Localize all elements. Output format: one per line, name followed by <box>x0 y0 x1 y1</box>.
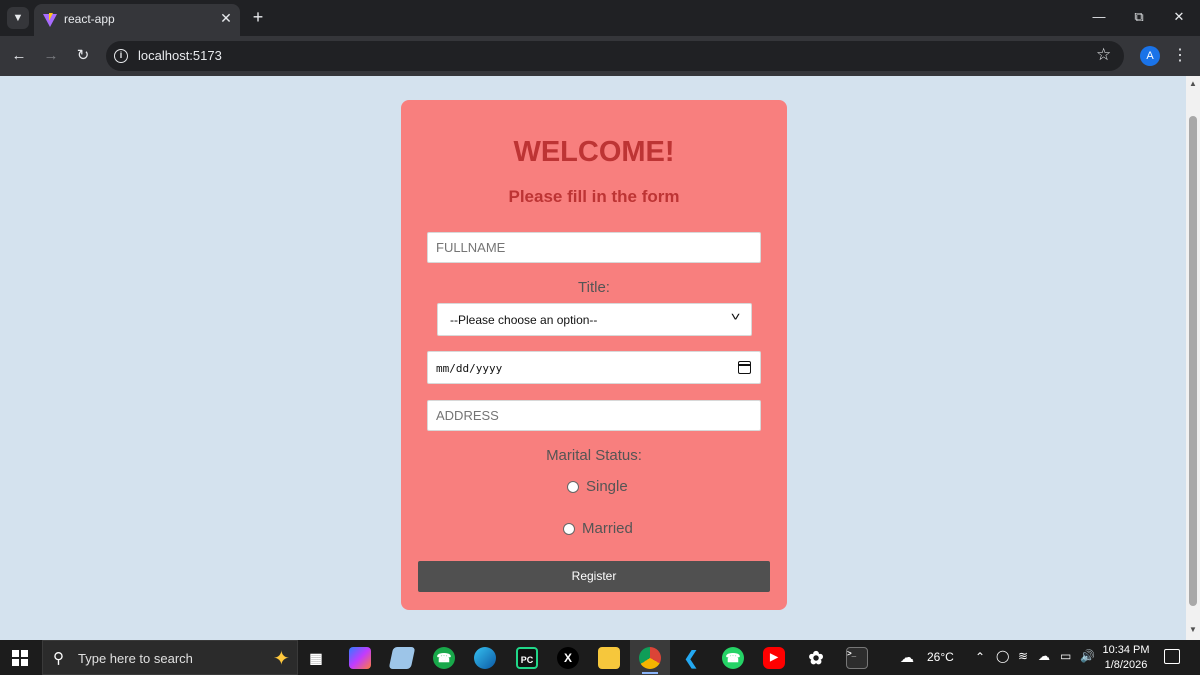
windows-start-icon[interactable] <box>12 650 28 666</box>
scroll-up-icon[interactable]: ▲ <box>1189 80 1197 88</box>
clock-date: 1/8/2026 <box>1104 659 1148 671</box>
bookmark-star-icon[interactable]: ☆ <box>1096 45 1111 65</box>
register-button[interactable]: Register <box>418 561 770 592</box>
clock-time: 10:34 PM <box>1102 644 1150 656</box>
tray-chevron-up-icon[interactable]: ⌃ <box>975 650 985 664</box>
back-arrow-icon[interactable]: ← <box>8 45 30 67</box>
pycharm-icon[interactable]: PC <box>516 647 538 669</box>
minimize-icon[interactable]: — <box>1087 6 1111 28</box>
date-of-birth-input[interactable]: mm/dd/yyyy <box>427 351 761 384</box>
married-label: Married <box>582 520 633 537</box>
copilot-icon[interactable] <box>349 647 371 669</box>
fullname-input[interactable] <box>427 232 761 263</box>
sparkle-icon: ✦ <box>273 648 290 670</box>
form-subheading: Please fill in the form <box>508 187 680 206</box>
url-text: localhost:5173 <box>138 48 222 63</box>
title-select-value: --Please choose an option-- <box>450 313 598 327</box>
onedrive-cloud-icon[interactable]: ☁ <box>1038 649 1050 663</box>
chevron-down-icon: ˅ <box>730 310 741 324</box>
weather-icon[interactable]: ☁ <box>900 649 914 666</box>
tab-title: react-app <box>64 12 115 26</box>
chatgpt-icon[interactable]: ✿ <box>805 647 827 669</box>
edge-icon[interactable] <box>474 647 496 669</box>
youtube-icon[interactable]: ▶ <box>763 647 785 669</box>
site-info-icon[interactable]: i <box>114 49 128 63</box>
forward-arrow-icon[interactable]: → <box>40 45 62 67</box>
chrome-active-indicator <box>642 672 658 674</box>
task-view-icon[interactable]: ▦ <box>305 647 327 669</box>
single-label: Single <box>586 478 628 495</box>
welcome-heading: WELCOME! <box>513 136 675 168</box>
taskbar-clock[interactable]: 10:34 PM 1/8/2026 <box>1100 643 1152 673</box>
marital-status-label: Marital Status: <box>546 447 642 464</box>
married-radio[interactable] <box>563 523 575 535</box>
vscode-icon[interactable]: ❮ <box>680 647 702 669</box>
date-placeholder: mm/dd/yyyy <box>436 362 503 375</box>
tab-close-icon[interactable]: ✕ <box>218 10 234 26</box>
speaker-icon[interactable]: 🔊 <box>1080 649 1095 663</box>
battery-icon[interactable]: ▭ <box>1060 649 1071 663</box>
tab-react-app[interactable]: react-app ✕ <box>34 4 240 36</box>
notepad-icon[interactable] <box>388 647 416 669</box>
windows-taskbar: ⚲ Type here to search ✦ ▦ ☎ PC X ❮ ☎ ▶ ✿… <box>0 640 1200 675</box>
vite-logo-icon <box>43 13 57 27</box>
page-scrollbar[interactable]: ▲ ▼ <box>1186 76 1200 640</box>
chrome-icon[interactable] <box>639 647 661 669</box>
tab-search-icon[interactable]: ▼ <box>7 7 29 29</box>
browser-menu-icon[interactable]: ⋮ <box>1172 44 1188 68</box>
weather-temp[interactable]: 26°C <box>927 650 954 664</box>
registration-card: WELCOME! Please fill in the form Title: … <box>401 100 787 610</box>
terminal-icon[interactable]: >_ <box>846 647 868 669</box>
title-label: Title: <box>578 279 610 296</box>
radio-option-married[interactable]: Married <box>401 520 787 540</box>
radio-option-single[interactable]: Single <box>401 478 787 498</box>
calendar-icon[interactable] <box>738 361 751 374</box>
title-select[interactable]: --Please choose an option-- ˅ <box>437 303 752 336</box>
wifi-icon[interactable]: ≋ <box>1018 649 1028 663</box>
single-radio[interactable] <box>567 481 579 493</box>
phone-link-icon[interactable]: ☎ <box>433 647 455 669</box>
search-icon: ⚲ <box>53 650 64 667</box>
address-bar[interactable]: i localhost:5173 ☆ <box>106 41 1124 71</box>
notification-icon[interactable] <box>1164 649 1180 664</box>
address-input[interactable] <box>427 400 761 431</box>
file-explorer-icon[interactable] <box>598 647 620 669</box>
reload-icon[interactable]: ↻ <box>72 45 94 67</box>
scroll-thumb[interactable] <box>1189 116 1197 606</box>
browser-toolbar: ← → ↻ i localhost:5173 ☆ A ⋮ <box>0 36 1200 76</box>
search-placeholder: Type here to search <box>78 651 193 666</box>
profile-avatar[interactable]: A <box>1140 46 1160 66</box>
scroll-down-icon[interactable]: ▼ <box>1189 626 1197 634</box>
new-tab-icon[interactable]: + <box>248 7 268 27</box>
meet-now-icon[interactable]: ◯ <box>996 649 1009 663</box>
tab-strip: ▼ react-app ✕ + — ⧉ ✕ <box>0 0 1200 36</box>
page-viewport: WELCOME! Please fill in the form Title: … <box>0 76 1186 640</box>
close-window-icon[interactable]: ✕ <box>1167 6 1191 28</box>
x-app-icon[interactable]: X <box>557 647 579 669</box>
taskbar-search[interactable]: ⚲ Type here to search ✦ <box>42 640 298 675</box>
whatsapp-icon[interactable]: ☎ <box>722 647 744 669</box>
restore-icon[interactable]: ⧉ <box>1127 6 1151 28</box>
